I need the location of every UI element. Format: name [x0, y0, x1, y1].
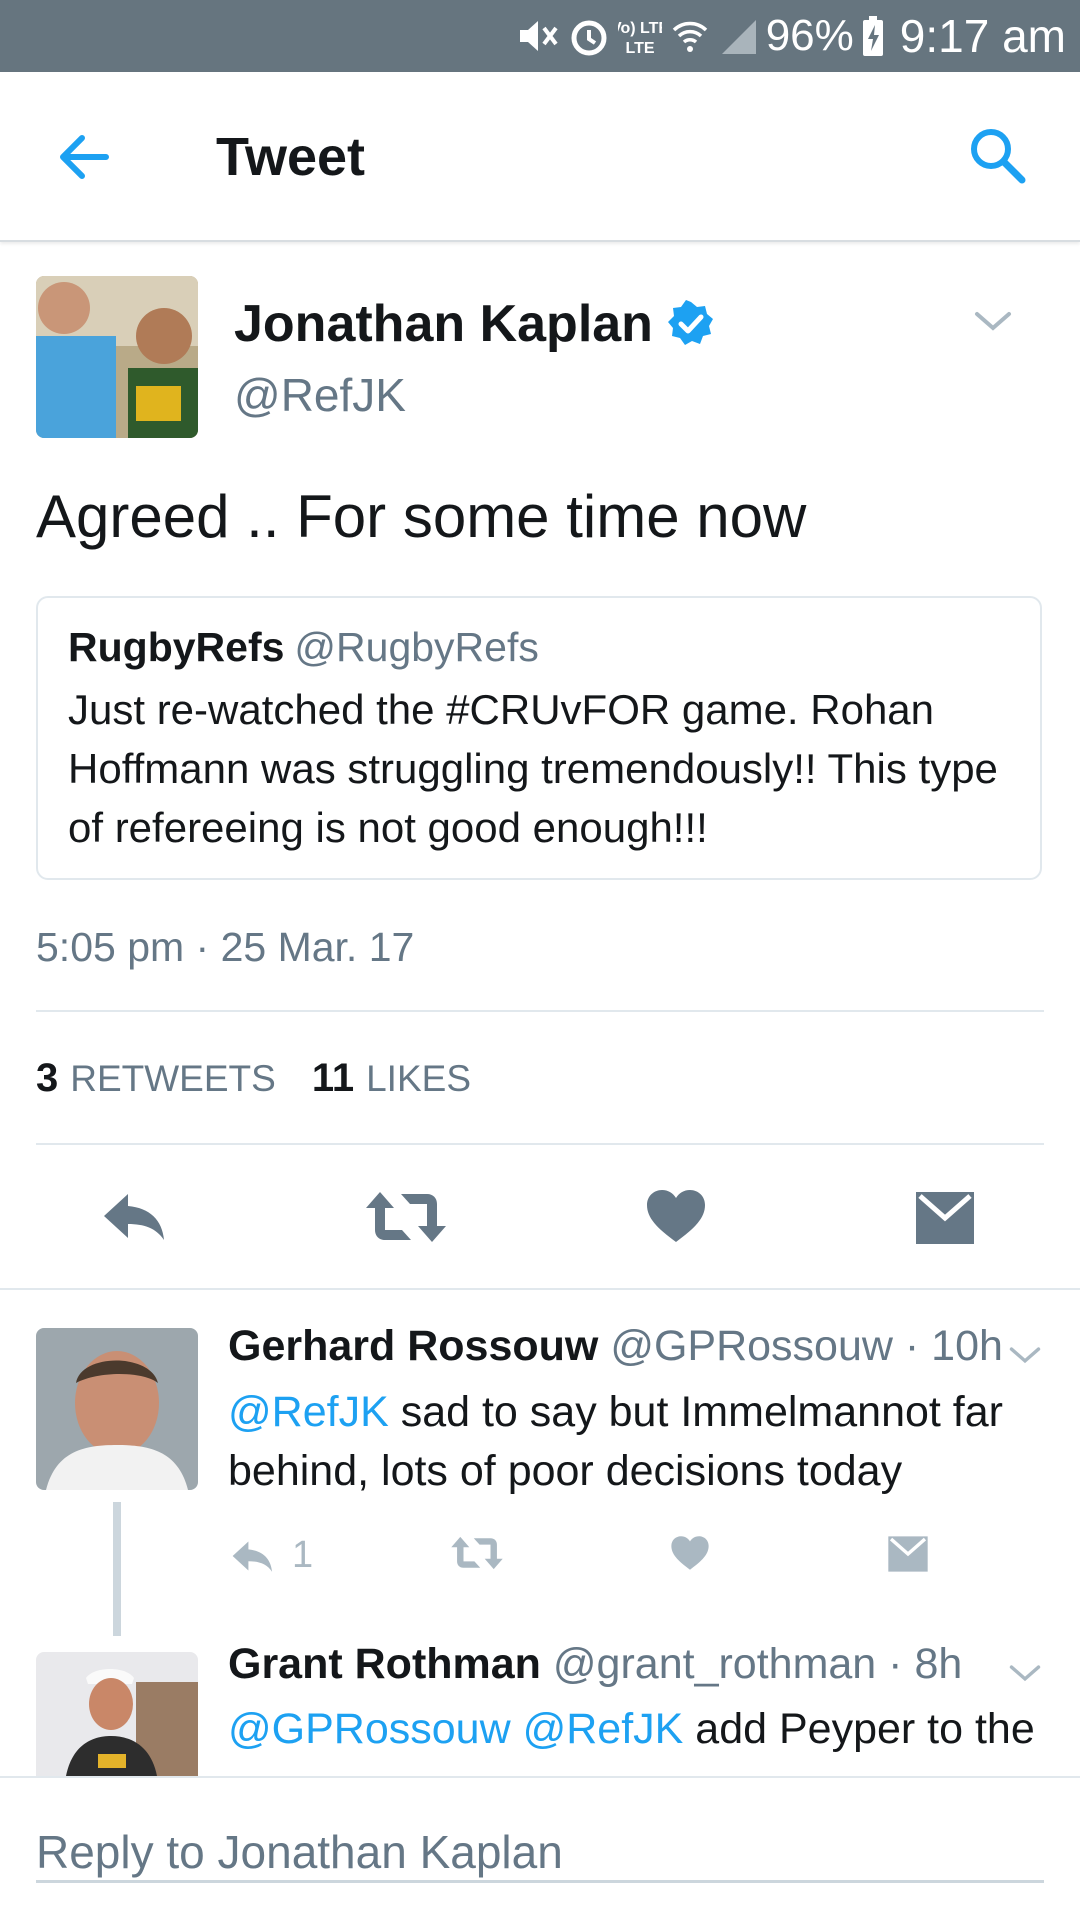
retweet-icon: [366, 1192, 446, 1242]
reply-icon: [104, 1194, 164, 1240]
reply-text: @RefJK sad to say but Immelmannot far be…: [228, 1388, 1003, 1495]
divider: [36, 1143, 1044, 1145]
verified-badge-icon: [667, 300, 713, 345]
direct-message-button[interactable]: [886, 1535, 930, 1573]
battery-percent: 96%: [765, 11, 854, 60]
chevron-down-icon[interactable]: [1008, 1344, 1042, 1366]
retweet-icon: [451, 1536, 503, 1570]
reply-header: Gerhard Rossouw @GPRossouw · 10h: [228, 1322, 1003, 1371]
reply-composer: [0, 1776, 1080, 1922]
reply-button[interactable]: 1: [230, 1534, 313, 1577]
wifi-icon: [672, 21, 707, 52]
search-icon: [971, 129, 1026, 184]
author-name[interactable]: Jonathan Kaplan: [234, 294, 715, 354]
reply-avatar[interactable]: [36, 1652, 198, 1776]
like-button[interactable]: [645, 1188, 707, 1244]
alarm-icon: [571, 20, 607, 56]
author-avatar[interactable]: [36, 276, 198, 438]
divider: [36, 1010, 1044, 1012]
retweets-count: 3: [36, 1056, 59, 1100]
mute-icon: [519, 21, 558, 51]
quoted-tweet[interactable]: RugbyRefs @RugbyRefs Just re-watched the …: [36, 596, 1042, 880]
reply-mention[interactable]: @RefJK: [523, 1705, 684, 1753]
likes-count: 11: [311, 1056, 355, 1100]
thread-connector: [113, 1502, 121, 1636]
reply-input[interactable]: [36, 1824, 1044, 1883]
retweets-stat[interactable]: 3 RETWEETS: [36, 1056, 276, 1101]
quoted-author-name: RugbyRefs: [68, 624, 285, 670]
volte-icon: Vo) LTE LTE: [618, 20, 662, 57]
tweet-text: Agreed .. For some time now: [36, 483, 807, 550]
likes-label: LIKES: [366, 1058, 472, 1099]
heart-icon: [647, 1190, 705, 1242]
envelope-icon: [916, 1192, 974, 1244]
reply-author-meta: @grant_rothman · 8h: [552, 1640, 963, 1688]
tweet-stats: 3 RETWEETS 11 LIKES: [36, 1056, 471, 1101]
quoted-tweet-text: Just re-watched the #CRUvFOR game. Rohan…: [68, 686, 998, 851]
svg-text:LTE: LTE: [625, 40, 654, 57]
reply-avatar[interactable]: [36, 1328, 198, 1490]
signal-icon: [721, 20, 756, 54]
reply-author-meta: @GPRossouw · 10h: [610, 1322, 1003, 1370]
direct-message-button[interactable]: [914, 1190, 976, 1246]
reply-author-name[interactable]: Grant Rothman: [228, 1640, 541, 1688]
status-bar: Vo) LTE LTE 96% 9:17 am: [0, 0, 1080, 72]
author-handle[interactable]: @RefJK: [234, 368, 406, 422]
retweets-label: RETWEETS: [70, 1058, 276, 1099]
retweet-button[interactable]: [450, 1535, 504, 1571]
back-arrow-icon: [60, 135, 109, 179]
reply-text: @GPRossouw @RefJK add Peyper to the: [228, 1705, 1035, 1753]
author-name-text: Jonathan Kaplan: [234, 295, 653, 353]
retweet-button[interactable]: [364, 1190, 448, 1244]
reply-icon: [232, 1541, 273, 1572]
status-time: 9:17 am: [899, 10, 1066, 62]
quoted-author-handle: @RugbyRefs: [294, 624, 539, 670]
tweet-timestamp: 5:05 pm · 25 Mar. 17: [36, 924, 415, 970]
heart-icon: [671, 1536, 709, 1570]
chevron-down-icon[interactable]: [973, 308, 1013, 334]
divider: [0, 1288, 1080, 1290]
reply-mention[interactable]: @RefJK: [228, 1388, 389, 1436]
page-title: Tweet: [216, 127, 366, 187]
reply-button[interactable]: [100, 1188, 170, 1244]
envelope-icon: [888, 1536, 928, 1572]
app-bar: Tweet: [0, 72, 1080, 242]
reply-mention[interactable]: @GPRossouw: [228, 1705, 511, 1753]
back-button[interactable]: [50, 122, 120, 192]
svg-text:Vo) LTE: Vo) LTE: [618, 20, 662, 37]
chevron-down-icon[interactable]: [1008, 1662, 1042, 1684]
reply-header: Grant Rothman @grant_rothman · 8h: [228, 1640, 962, 1689]
like-button[interactable]: [670, 1535, 710, 1571]
reply-author-name[interactable]: Gerhard Rossouw: [228, 1322, 598, 1370]
search-button[interactable]: [962, 120, 1032, 190]
battery-charging-icon: [862, 16, 883, 56]
likes-stat[interactable]: 11 LIKES: [312, 1056, 471, 1101]
reply-count: 1: [292, 1534, 314, 1576]
